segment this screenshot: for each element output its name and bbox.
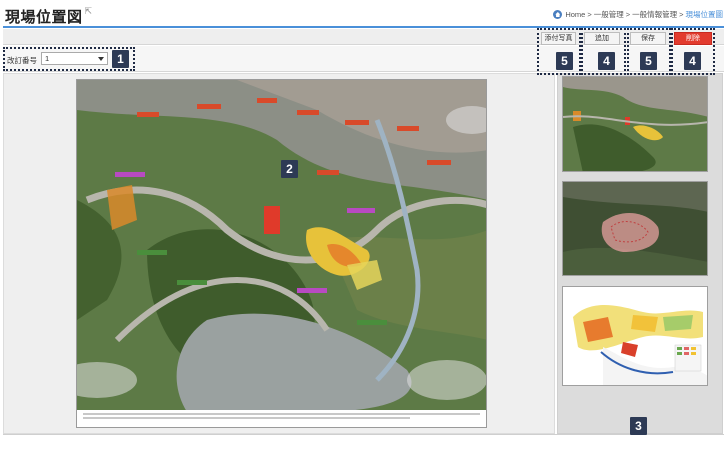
home-icon[interactable]	[553, 10, 563, 19]
breadcrumb-current: 現場位置圖	[685, 10, 724, 19]
breadcrumb-separator: >	[679, 10, 684, 19]
breadcrumb-separator: >	[587, 10, 592, 19]
step-marker-4-delete: 4	[684, 52, 701, 70]
site-boundary-thumbnail[interactable]	[562, 181, 708, 276]
step-marker-3: 3	[630, 417, 647, 435]
map-caption	[77, 410, 486, 427]
breadcrumb-separator: >	[625, 10, 631, 19]
breadcrumb-home[interactable]: Home	[565, 10, 585, 19]
thumbnail-image	[563, 182, 707, 275]
breadcrumb-item[interactable]: 一般管理	[594, 9, 624, 20]
aerial-map-image	[77, 80, 486, 412]
breadcrumb-item[interactable]: 一般情報管理	[632, 9, 677, 20]
thumbnail-image	[563, 287, 707, 385]
thumbnail-image	[563, 77, 707, 171]
step-marker-5-save: 5	[640, 52, 657, 70]
external-link-icon[interactable]: ⇱	[85, 6, 93, 16]
step-marker-5-attach: 5	[556, 52, 573, 70]
page-title: 現場位置図 ⇱	[5, 6, 93, 27]
land-use-plan-thumbnail[interactable]	[562, 286, 708, 386]
aerial-thumbnail[interactable]	[562, 76, 708, 172]
step-marker-2: 2	[281, 160, 298, 178]
site-location-map[interactable]	[76, 79, 487, 428]
bottom-divider	[3, 434, 724, 435]
step-marker-1: 1	[112, 50, 129, 68]
step-marker-4-add: 4	[598, 52, 615, 70]
page-title-text: 現場位置図	[5, 9, 83, 26]
breadcrumb: Home > 一般管理 > 一般情報管理 > 現場位置圖	[553, 9, 723, 20]
